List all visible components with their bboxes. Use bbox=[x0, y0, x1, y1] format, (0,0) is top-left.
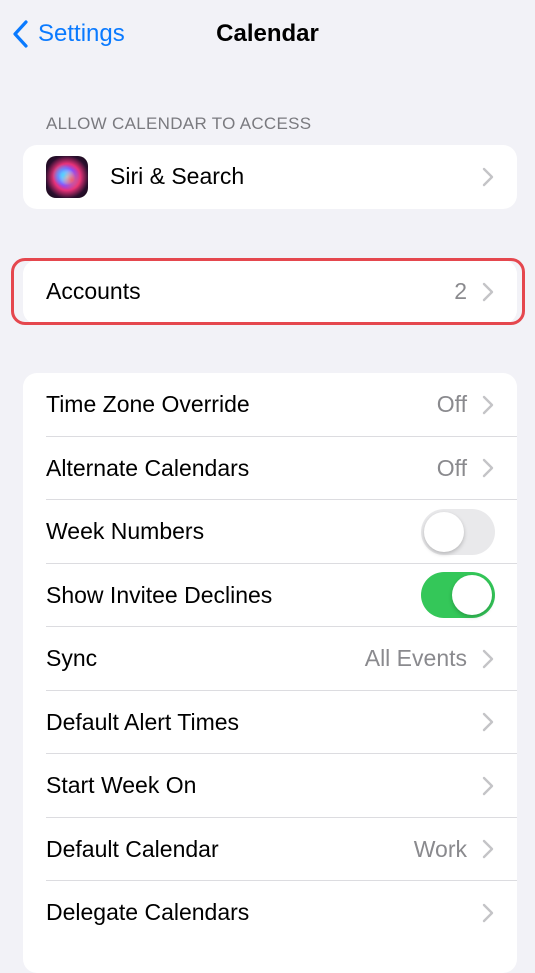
accounts-row[interactable]: Accounts 2 bbox=[23, 260, 517, 324]
sync-value: All Events bbox=[364, 645, 467, 672]
sync-row[interactable]: Sync All Events bbox=[23, 627, 517, 691]
alternate-calendars-row[interactable]: Alternate Calendars Off bbox=[23, 437, 517, 500]
delegate-calendars-row[interactable]: Delegate Calendars bbox=[23, 881, 517, 945]
accounts-label: Accounts bbox=[46, 278, 141, 305]
navigation-bar: Settings Calendar bbox=[0, 0, 535, 70]
start-week-on-label: Start Week On bbox=[46, 772, 197, 799]
access-group: Siri & Search bbox=[23, 145, 517, 209]
chevron-right-icon bbox=[482, 903, 494, 922]
chevron-right-icon bbox=[482, 649, 494, 668]
accounts-group: Accounts 2 bbox=[23, 260, 517, 324]
chevron-right-icon bbox=[482, 776, 494, 795]
default-alert-times-label: Default Alert Times bbox=[46, 708, 240, 735]
week-numbers-row: Week Numbers bbox=[23, 500, 517, 564]
time-zone-override-value: Off bbox=[436, 391, 467, 418]
alternate-calendars-label: Alternate Calendars bbox=[46, 454, 250, 481]
show-invitee-declines-row: Show Invitee Declines bbox=[23, 564, 517, 627]
toggle-knob bbox=[424, 511, 464, 552]
show-invitee-declines-label: Show Invitee Declines bbox=[46, 581, 273, 608]
alternate-calendars-value: Off bbox=[436, 454, 467, 481]
default-calendar-value: Work bbox=[413, 835, 467, 862]
delegate-calendars-label: Delegate Calendars bbox=[46, 899, 250, 926]
chevron-right-icon bbox=[482, 167, 494, 186]
section-header-access: ALLOW CALENDAR TO ACCESS bbox=[46, 114, 312, 133]
siri-icon bbox=[46, 155, 88, 198]
siri-search-label: Siri & Search bbox=[110, 163, 245, 190]
page-title: Calendar bbox=[216, 20, 319, 47]
chevron-right-icon bbox=[482, 395, 494, 414]
chevron-right-icon bbox=[482, 282, 494, 301]
default-alert-times-row[interactable]: Default Alert Times bbox=[23, 691, 517, 754]
time-zone-override-row[interactable]: Time Zone Override Off bbox=[23, 373, 517, 437]
toggle-knob bbox=[452, 575, 492, 616]
siri-search-row[interactable]: Siri & Search bbox=[23, 145, 517, 209]
chevron-right-icon bbox=[482, 459, 494, 478]
week-numbers-toggle[interactable] bbox=[421, 508, 495, 555]
chevron-right-icon bbox=[482, 713, 494, 732]
chevron-right-icon bbox=[482, 840, 494, 859]
accounts-count: 2 bbox=[454, 278, 467, 305]
default-calendar-label: Default Calendar bbox=[46, 835, 219, 862]
start-week-on-row[interactable]: Start Week On bbox=[23, 754, 517, 818]
week-numbers-label: Week Numbers bbox=[46, 518, 205, 545]
sync-label: Sync bbox=[46, 645, 98, 672]
show-invitee-declines-toggle[interactable] bbox=[421, 572, 495, 619]
calendar-settings-group: Time Zone Override Off Alternate Calenda… bbox=[23, 373, 517, 973]
default-calendar-row[interactable]: Default Calendar Work bbox=[23, 818, 517, 881]
time-zone-override-label: Time Zone Override bbox=[46, 391, 250, 418]
